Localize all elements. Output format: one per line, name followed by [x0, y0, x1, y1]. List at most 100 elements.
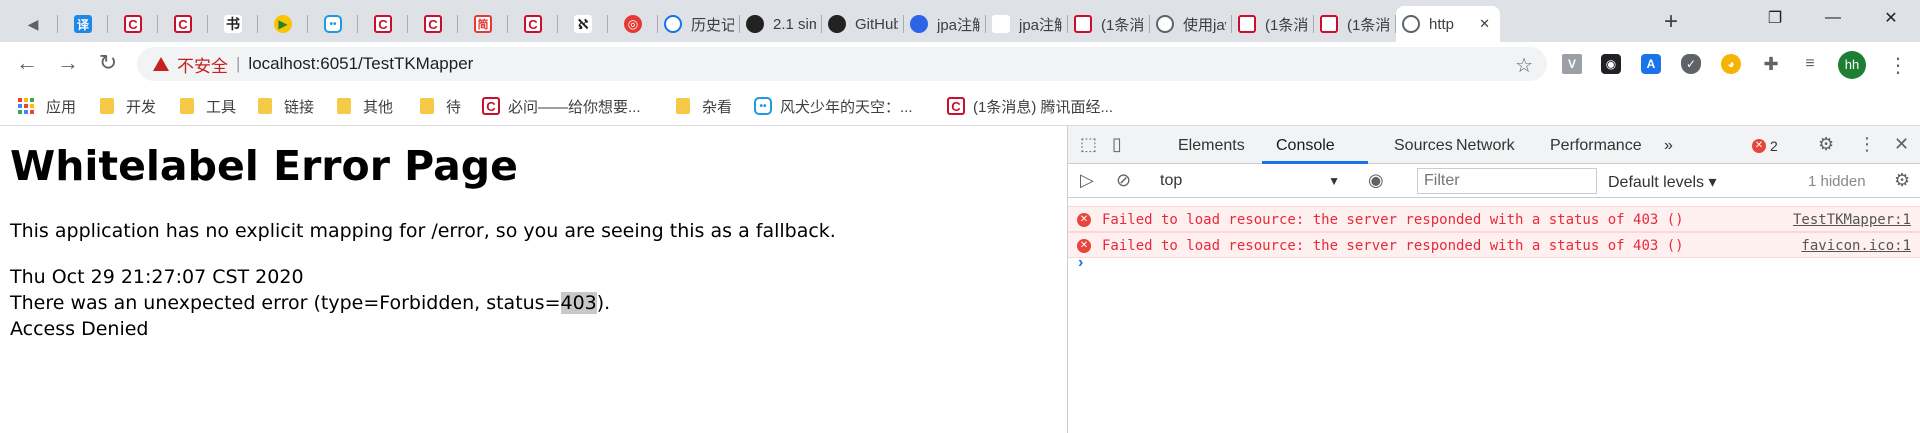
folder-icon	[676, 98, 690, 114]
status-code: 403	[560, 292, 597, 314]
tab[interactable]: ••	[308, 6, 358, 42]
bookmark-folder[interactable]: 其他	[337, 96, 393, 116]
maximize-button[interactable]: ❐	[1746, 0, 1804, 36]
netease-music-icon: ◎	[624, 15, 642, 33]
vue-devtools-icon[interactable]: V	[1562, 54, 1582, 74]
tab[interactable]: 书	[208, 6, 258, 42]
tab[interactable]: 使用jav	[1150, 6, 1232, 42]
clear-console-icon[interactable]: ⊘	[1116, 170, 1131, 191]
tab[interactable]: jpa注解	[904, 6, 986, 42]
chrome-menu-icon[interactable]: ⋮	[1888, 53, 1908, 78]
csdn-icon: C	[374, 15, 392, 33]
devtools-menu-icon[interactable]: ⋮	[1858, 134, 1876, 155]
settings-gear-icon[interactable]: ⚙	[1818, 134, 1834, 155]
bookmark-star-icon[interactable]: ☆	[1515, 53, 1533, 78]
csdn-icon: C	[124, 15, 142, 33]
device-toolbar-icon[interactable]: ▯	[1112, 134, 1122, 155]
reload-button[interactable]: ↻	[96, 52, 120, 76]
tab[interactable]: GitHub	[822, 6, 904, 42]
tab-label: (1条消息	[1101, 16, 1144, 34]
bookmark-item[interactable]: 应用	[18, 96, 76, 116]
hidden-messages-count: 1 hidden	[1808, 173, 1866, 190]
bookmark-folder[interactable]: 工具	[180, 96, 236, 116]
tab[interactable]: (1条消息	[1314, 6, 1396, 42]
csdn-icon: C	[947, 97, 965, 115]
close-tab-icon[interactable]: ✕	[1479, 16, 1490, 32]
bookmark-folder[interactable]: 杂看	[676, 96, 732, 116]
tab-sources[interactable]: Sources	[1394, 137, 1453, 155]
warning-icon	[153, 57, 169, 71]
csdn-icon: C	[482, 97, 500, 115]
console-settings-gear-icon[interactable]: ⚙	[1894, 170, 1910, 191]
context-select[interactable]: top ▼	[1148, 169, 1348, 193]
forward-button[interactable]: →	[56, 52, 80, 76]
error-icon: ✕	[1077, 239, 1091, 253]
bilibili-icon: ••	[754, 97, 772, 115]
inspect-element-icon[interactable]: ⬚	[1080, 134, 1097, 155]
tab[interactable]: C	[408, 6, 458, 42]
back-button[interactable]: ←	[15, 52, 39, 76]
minimize-button[interactable]: —	[1804, 0, 1862, 36]
tab[interactable]: ℵ	[558, 6, 608, 42]
new-tab-button[interactable]: +	[1660, 10, 1682, 34]
fallback-message: This application has no explicit mapping…	[10, 220, 836, 242]
security-label[interactable]: 不安全	[177, 52, 228, 77]
console-sidebar-icon[interactable]: ▷	[1080, 170, 1094, 191]
chrome-extension-icon[interactable]: ◕	[1721, 54, 1741, 74]
tab[interactable]: http ✕	[1396, 6, 1500, 42]
tab[interactable]: C	[358, 6, 408, 42]
log-levels-dropdown[interactable]: Default levels ▾	[1608, 172, 1717, 192]
more-tabs-button[interactable]: »	[1664, 137, 1673, 155]
tab[interactable]: jpa注解	[986, 6, 1068, 42]
console-prompt[interactable]: ›	[1078, 254, 1083, 272]
console-message-source-link[interactable]: favicon.ico:1	[1801, 238, 1911, 254]
tab[interactable]: 简	[458, 6, 508, 42]
close-devtools-icon[interactable]: ✕	[1894, 134, 1909, 155]
profile-avatar[interactable]: hh	[1838, 51, 1866, 79]
page-content: Whitelabel Error Page This application h…	[0, 126, 1066, 433]
translate-extension-icon[interactable]: A	[1641, 54, 1661, 74]
bookmark-folder[interactable]: 待	[420, 96, 461, 116]
tab-elements[interactable]: Elements	[1178, 137, 1245, 155]
shield-icon[interactable]: ✓	[1681, 54, 1701, 74]
tab[interactable]: C	[108, 6, 158, 42]
page-title: Whitelabel Error Page	[10, 142, 518, 190]
tab[interactable]: ◀	[8, 6, 58, 42]
bookmark-folder[interactable]: 开发	[100, 96, 156, 116]
address-bar[interactable]: 不安全 | localhost:6051/TestTKMapper ☆	[137, 47, 1547, 81]
tab-console[interactable]: Console	[1276, 137, 1335, 155]
jianshu-icon: 简	[474, 15, 492, 33]
filter-input[interactable]	[1417, 168, 1597, 194]
bookmark-item[interactable]: •• 风犬少年的天空：...	[754, 96, 913, 116]
error-count-badge[interactable]: ✕ 2	[1752, 138, 1778, 154]
tab[interactable]: C	[508, 6, 558, 42]
console-message: ✕ Failed to load resource: the server re…	[1068, 206, 1920, 232]
tab[interactable]: ◎	[608, 6, 658, 42]
tab[interactable]: 译	[58, 6, 108, 42]
folder-icon	[100, 98, 114, 114]
tab[interactable]: C	[158, 6, 208, 42]
live-expression-eye-icon[interactable]: ◉	[1368, 170, 1384, 191]
tampermonkey-icon[interactable]: ◉	[1601, 54, 1621, 74]
tab[interactable]: (1条消息	[1068, 6, 1150, 42]
tab[interactable]: (1条消息	[1232, 6, 1314, 42]
bookmark-label: 杂看	[702, 98, 733, 116]
tab-label: 使用jav	[1183, 16, 1226, 34]
tab[interactable]: 历史记录	[658, 6, 740, 42]
puzzle-icon[interactable]: ✚	[1761, 54, 1781, 74]
bookmark-item[interactable]: C (1条消息) 腾讯面经...	[947, 96, 1113, 116]
tab-performance[interactable]: Performance	[1550, 137, 1642, 155]
console-message-source-link[interactable]: TestTKMapper:1	[1793, 212, 1911, 228]
console-message: ✕ Failed to load resource: the server re…	[1068, 232, 1920, 258]
bookmark-label: 应用	[46, 98, 77, 116]
bookmark-folder[interactable]: 链接	[258, 96, 314, 116]
url-text[interactable]: localhost:6051/TestTKMapper	[248, 54, 473, 74]
tab[interactable]: 2.1 sim	[740, 6, 822, 42]
error-suffix: ).	[596, 292, 611, 314]
tab[interactable]: ▶	[258, 6, 308, 42]
bookmark-item[interactable]: C 必问——给你想要...	[482, 96, 641, 116]
tab-network[interactable]: Network	[1456, 137, 1515, 155]
close-window-button[interactable]: ✕	[1862, 0, 1920, 36]
reading-list-icon[interactable]: ≡	[1800, 54, 1820, 74]
toolbar: ← → ↻ 不安全 | localhost:6051/TestTKMapper …	[0, 42, 1920, 86]
